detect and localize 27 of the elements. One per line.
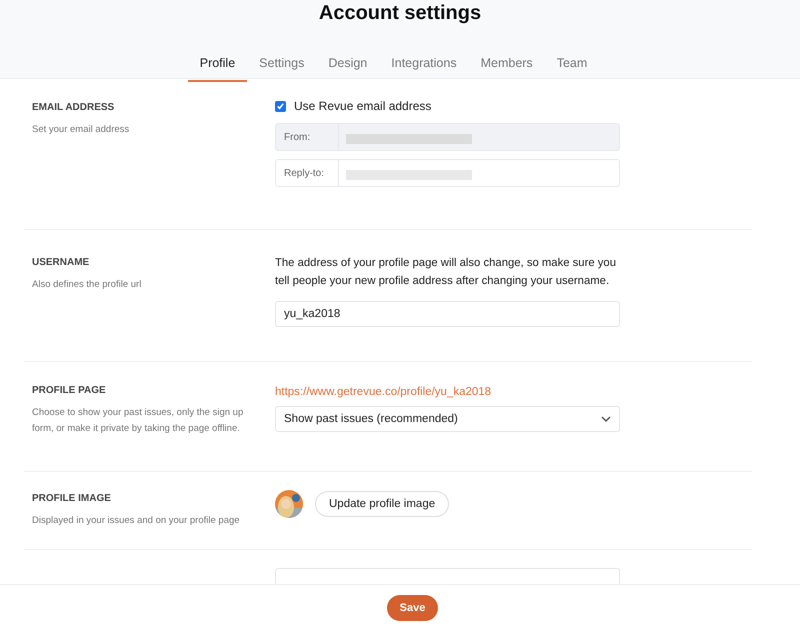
field-label: From:: [276, 124, 339, 150]
username-notice: The address of your profile page will also change, so make sure you tell people your new profile address after changing your username.: [275, 256, 617, 289]
tab[interactable]: Team: [544, 48, 600, 82]
tab[interactable]: Integrations: [379, 48, 469, 82]
section-description: Also defines the profile url: [32, 278, 142, 292]
tab[interactable]: Profile: [188, 48, 248, 82]
page-title: Account settings: [318, 1, 482, 25]
section-description: Choose to show your past issues, only the sign up form, or make it private by taking the page offline.: [32, 406, 244, 436]
tab[interactable]: Settings: [247, 48, 316, 82]
section-label: USERNAME: [32, 257, 90, 268]
checkbox[interactable]: [275, 100, 286, 112]
checkbox-label: Use Revue email address: [294, 99, 432, 113]
tab[interactable]: Members: [468, 48, 545, 82]
field-label: Reply-to:: [276, 160, 339, 186]
section-label: PROFILE PAGE: [32, 385, 107, 396]
section-label: PROFILE IMAGE: [32, 493, 112, 504]
section-label: EMAIL ADDRESS: [32, 102, 116, 113]
username-field[interactable]: yu_ka2018: [275, 301, 620, 327]
section-description: Displayed in your issues and on your profile page: [32, 514, 241, 528]
update-image-button[interactable]: Update profile image: [315, 491, 450, 517]
visibility-select[interactable]: Show past issues (recommended): [275, 406, 620, 432]
tab[interactable]: Design: [316, 48, 380, 82]
chevron-down-icon: [601, 416, 611, 422]
profile-link[interactable]: https://www.getrevue.co/profile/yu_ka2018: [275, 386, 492, 398]
section-description: Set your email address: [32, 123, 130, 137]
save-button[interactable]: Save: [386, 594, 438, 620]
email-field[interactable]: Reply-to:: [275, 159, 620, 187]
